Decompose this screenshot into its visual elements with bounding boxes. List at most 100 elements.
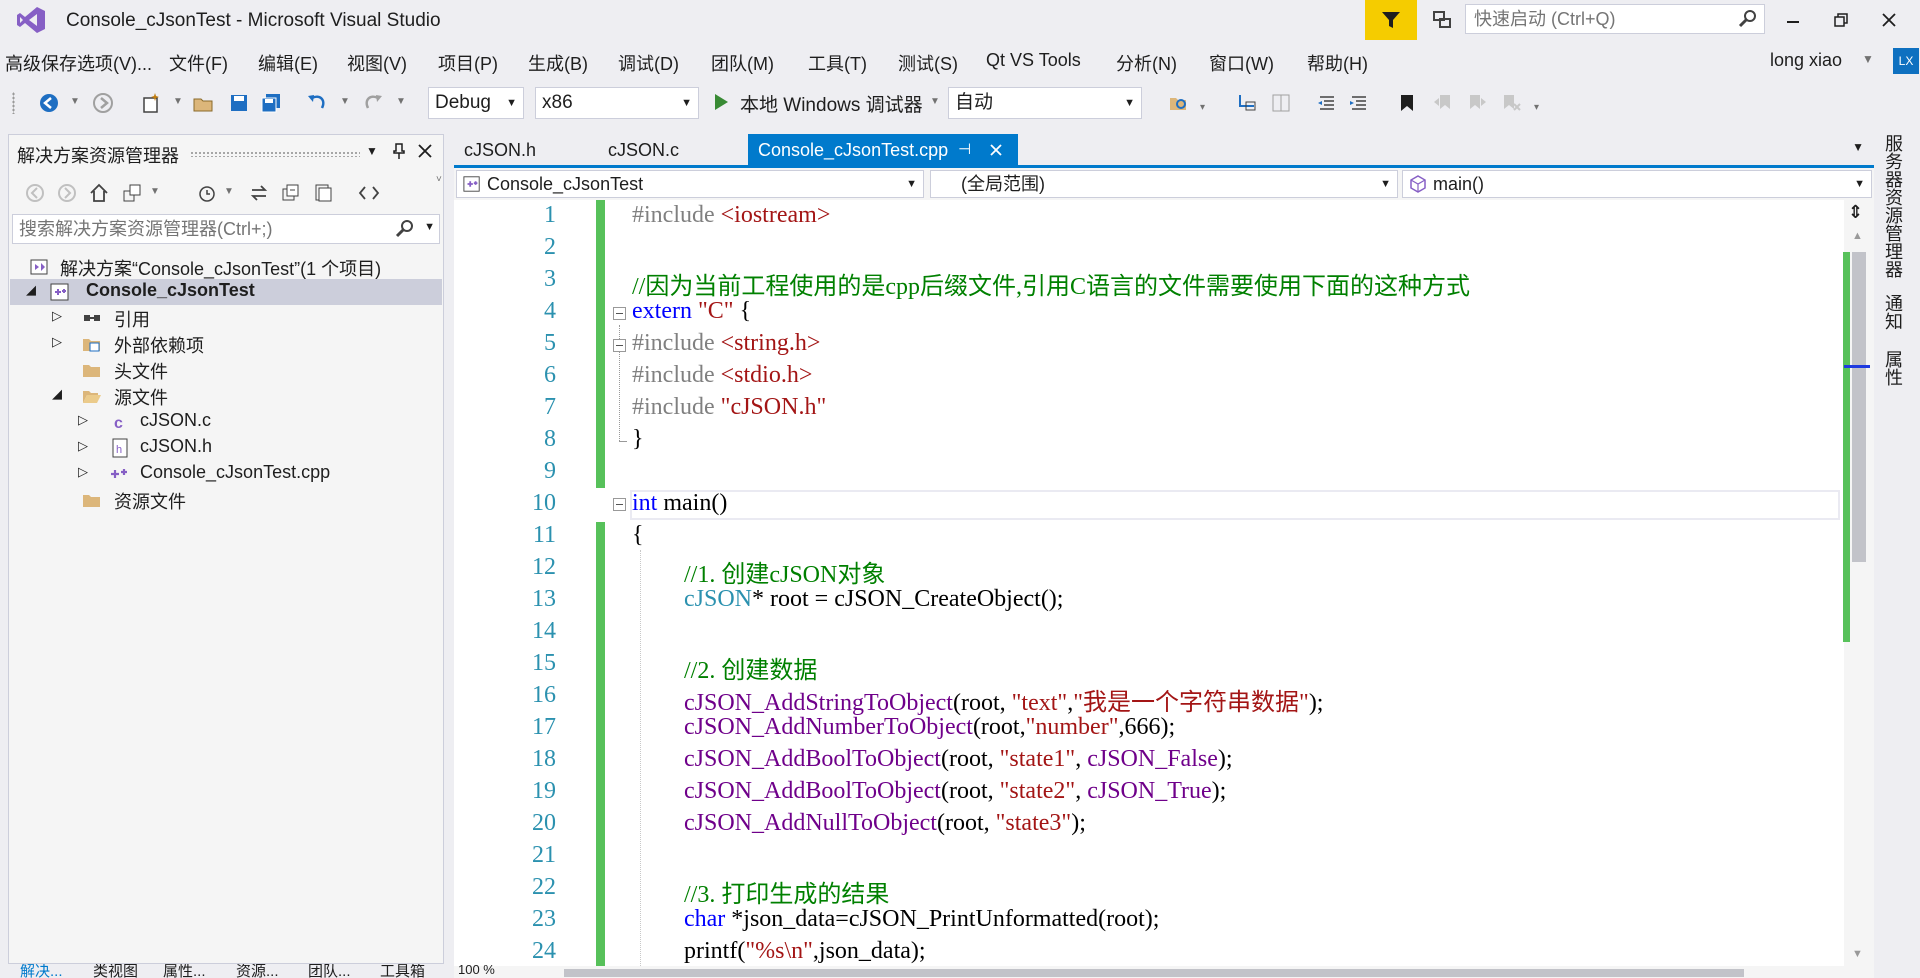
notifications-filter-button[interactable]: [1365, 0, 1417, 40]
tab-overflow-chevron-icon[interactable]: ▼: [1852, 140, 1864, 154]
menu-test[interactable]: 测试(S): [898, 50, 958, 76]
tab-solution-explorer[interactable]: 解决...: [20, 964, 63, 978]
home-icon[interactable]: [86, 180, 112, 206]
next-bookmark-icon[interactable]: [1464, 90, 1490, 116]
sync-with-active-document-icon[interactable]: [246, 180, 272, 206]
collapse-all-icon[interactable]: [278, 180, 304, 206]
search-icon[interactable]: [395, 219, 415, 239]
menu-analyze[interactable]: 分析(N): [1116, 50, 1177, 76]
collapse-toggle-icon[interactable]: [613, 339, 626, 352]
close-tab-icon[interactable]: [990, 144, 1002, 156]
chevron-down-icon[interactable]: ▼: [173, 96, 183, 107]
scroll-down-icon[interactable]: ▼: [1852, 948, 1863, 960]
notifications-tab[interactable]: 通知: [1880, 294, 1906, 330]
clear-bookmarks-icon[interactable]: [1498, 90, 1524, 116]
chevron-down-icon[interactable]: ▼: [150, 186, 160, 197]
chevron-down-icon[interactable]: ▼: [340, 96, 350, 107]
chevron-down-icon[interactable]: ▼: [1862, 52, 1874, 66]
debug-target-select[interactable]: 自动 ▼: [948, 87, 1142, 119]
start-debugging-icon[interactable]: [712, 92, 730, 112]
pin-tab-icon[interactable]: ⊣: [958, 134, 971, 166]
menu-team[interactable]: 团队(M): [711, 50, 774, 76]
back-icon[interactable]: [36, 90, 62, 116]
menu-view[interactable]: 视图(V): [347, 50, 407, 76]
decrease-indent-icon[interactable]: [1314, 90, 1340, 116]
chevron-down-icon[interactable]: ▼: [930, 96, 940, 107]
solution-configuration-select[interactable]: Debug ▼: [428, 87, 524, 119]
menu-window[interactable]: 窗口(W): [1209, 50, 1274, 76]
chevron-down-icon[interactable]: ˅: [436, 174, 442, 185]
save-icon[interactable]: [226, 90, 252, 116]
step-into-icon[interactable]: [1234, 90, 1260, 116]
expanded-arrow-icon[interactable]: ◢: [52, 386, 62, 402]
chevron-down-icon[interactable]: ▼: [424, 221, 435, 233]
project-dropdown[interactable]: Console_cJsonTest ▼: [456, 170, 924, 198]
toolbar-grip[interactable]: [10, 90, 16, 116]
collapse-toggle-icon[interactable]: [613, 498, 626, 511]
tree-item-solution[interactable]: 解决方案“Console_cJsonTest”(1 个项目): [10, 254, 442, 280]
horizontal-scrollbar[interactable]: 100 %: [454, 962, 1874, 978]
forward-icon[interactable]: [54, 180, 80, 206]
zoom-level[interactable]: 100 %: [458, 962, 495, 977]
tree-item-references[interactable]: ▷ 引用: [10, 305, 442, 331]
close-icon[interactable]: [418, 144, 432, 158]
find-in-files-icon[interactable]: [1166, 90, 1192, 116]
menu-build[interactable]: 生成(B): [528, 50, 588, 76]
menu-file[interactable]: 文件(F): [169, 50, 228, 76]
tree-item-source-files[interactable]: ◢ 源文件: [10, 383, 442, 409]
quick-launch-input[interactable]: [1466, 5, 1731, 33]
previous-bookmark-icon[interactable]: [1430, 90, 1456, 116]
send-feedback-icon[interactable]: [1422, 6, 1462, 34]
open-file-icon[interactable]: [190, 90, 216, 116]
menu-advanced-save[interactable]: 高级保存选项(V)...: [5, 50, 152, 76]
scrollbar-thumb[interactable]: [1852, 252, 1866, 562]
chevron-down-icon[interactable]: ▼: [70, 96, 80, 107]
account-name[interactable]: long xiao: [1770, 50, 1842, 71]
chevron-down-icon[interactable]: ▼: [396, 96, 406, 107]
new-project-icon[interactable]: [138, 90, 164, 116]
panel-drag-handle[interactable]: [190, 151, 360, 157]
chevron-down-icon[interactable]: ▾: [1200, 102, 1205, 113]
split-editor-icon[interactable]: ⇕: [1848, 202, 1863, 223]
pending-changes-filter-icon[interactable]: [194, 180, 220, 206]
scroll-up-icon[interactable]: ▲: [1852, 230, 1863, 242]
tab-cjson-c[interactable]: cJSON.c: [598, 134, 689, 166]
tab-property-manager[interactable]: 属性...: [163, 964, 206, 978]
restore-button[interactable]: [1818, 0, 1864, 40]
tab-toolbox[interactable]: 工具箱: [380, 964, 425, 978]
back-icon[interactable]: [22, 180, 48, 206]
quick-launch-box[interactable]: [1465, 4, 1765, 34]
solution-explorer-search-box[interactable]: ▼: [12, 214, 440, 244]
server-explorer-tab[interactable]: 服务器资源管理器: [1880, 134, 1906, 278]
tree-item-project[interactable]: ◢ Console_cJsonTest: [10, 279, 442, 305]
menu-debug[interactable]: 调试(D): [618, 50, 679, 76]
tab-cjson-h[interactable]: cJSON.h: [454, 134, 546, 166]
chevron-down-icon[interactable]: ▼: [366, 144, 378, 158]
solution-platform-select[interactable]: x86 ▼: [535, 87, 699, 119]
tree-item-cjson-c[interactable]: ▷ c cJSON.c: [10, 409, 442, 435]
forward-icon[interactable]: [90, 90, 116, 116]
menu-tools[interactable]: 工具(T): [808, 50, 867, 76]
chevron-down-icon[interactable]: ▼: [224, 186, 234, 197]
menu-qt-vs-tools[interactable]: Qt VS Tools: [986, 50, 1081, 71]
tree-item-resource-files[interactable]: 资源文件: [10, 487, 442, 513]
collapsed-arrow-icon[interactable]: ▷: [78, 438, 88, 454]
switch-views-icon[interactable]: [120, 180, 146, 206]
menu-project[interactable]: 项目(P): [438, 50, 498, 76]
tree-item-header-files[interactable]: 头文件: [10, 357, 442, 383]
show-all-files-icon[interactable]: [310, 180, 336, 206]
tab-team-explorer[interactable]: 团队...: [308, 964, 351, 978]
search-icon[interactable]: [1738, 9, 1758, 29]
tree-item-main-cpp[interactable]: ▷ Console_cJsonTest.cpp: [10, 461, 442, 487]
expanded-arrow-icon[interactable]: ◢: [26, 282, 36, 298]
code-view-icon[interactable]: [356, 180, 382, 206]
redo-icon[interactable]: [360, 90, 386, 116]
tab-resource-view[interactable]: 资源...: [236, 964, 279, 978]
collapsed-arrow-icon[interactable]: ▷: [52, 334, 62, 350]
chevron-down-icon[interactable]: ▾: [1534, 102, 1539, 113]
menu-help[interactable]: 帮助(H): [1307, 50, 1368, 76]
collapse-toggle-icon[interactable]: [613, 307, 626, 320]
properties-tab[interactable]: 属性: [1880, 350, 1906, 386]
collapsed-arrow-icon[interactable]: ▷: [78, 464, 88, 480]
tree-item-cjson-h[interactable]: ▷ h cJSON.h: [10, 435, 442, 461]
